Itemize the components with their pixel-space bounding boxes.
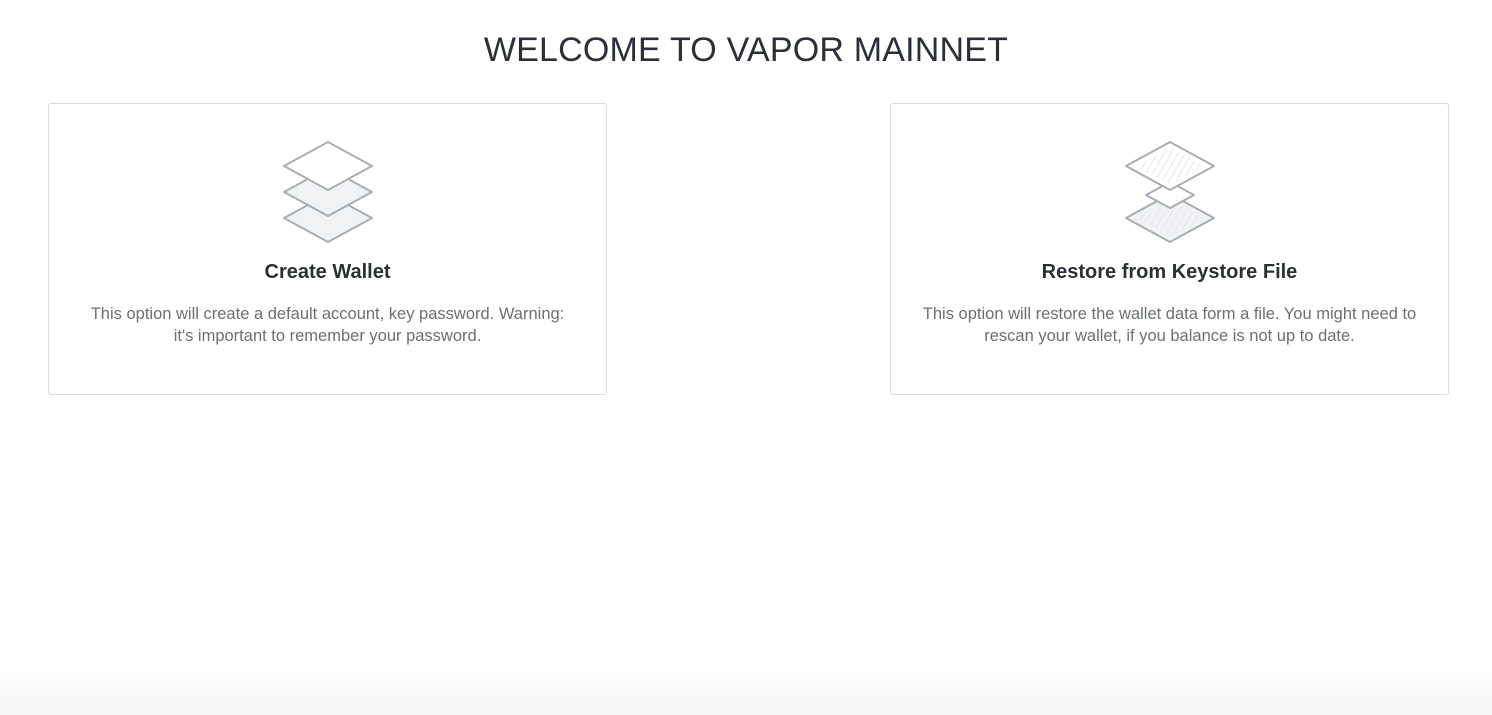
restore-keystore-description: This option will restore the wallet data… <box>922 305 1417 345</box>
layers-split-icon <box>1124 141 1215 243</box>
restore-keystore-title: Restore from Keystore File <box>1041 261 1298 283</box>
page-title: WELCOME TO VAPOR MAINNET <box>483 31 1009 69</box>
create-wallet-description: This option will create a default accoun… <box>90 305 565 345</box>
restore-keystore-option[interactable]: Restore from Keystore File This option w… <box>890 103 1449 395</box>
create-wallet-title: Create Wallet <box>264 261 391 283</box>
create-wallet-option[interactable]: Create Wallet This option will create a … <box>48 103 607 395</box>
layers-icon <box>282 141 373 243</box>
